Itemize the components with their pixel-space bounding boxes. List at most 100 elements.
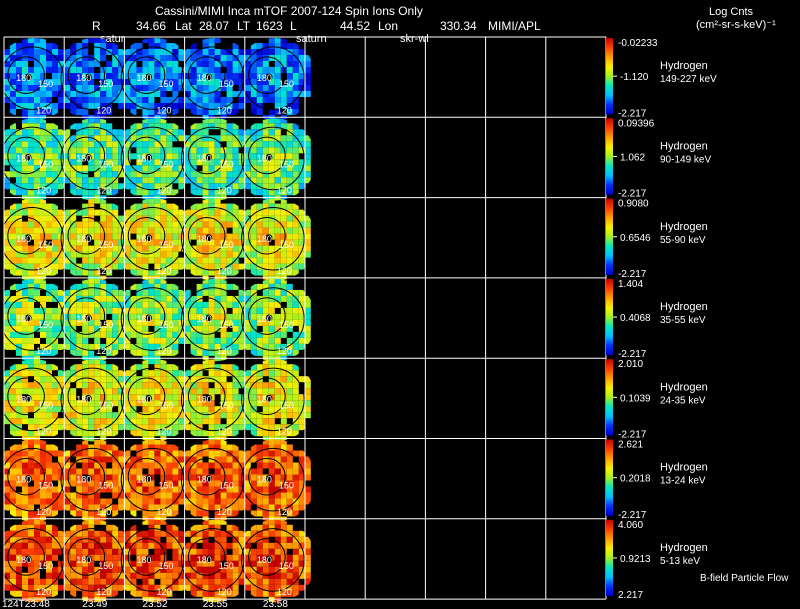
ring-label: 150: [159, 320, 174, 330]
ring-label: 120: [36, 587, 51, 597]
spin-image-panel: 180 150 120: [180, 439, 251, 522]
ring-label: 120: [277, 587, 292, 597]
colorbar-strip: [606, 118, 613, 195]
ring-label: 120: [277, 427, 292, 437]
ring-label: 120: [277, 346, 292, 356]
ring-label: 180: [137, 73, 152, 83]
ring-label: 150: [279, 240, 294, 250]
colorbar-max-label: 0.09396: [618, 118, 655, 129]
colorbar-3: 0.90800.6546-2.217Hydrogen55-90 keV: [606, 198, 708, 280]
ring-label: 120: [96, 427, 111, 437]
ring-label: 150: [279, 320, 294, 330]
lt-value: 1623: [256, 19, 283, 33]
ring-label: 150: [279, 159, 294, 169]
channel-species-label: Hydrogen: [660, 301, 708, 313]
ring-label: 120: [36, 507, 51, 517]
ring-label: 150: [38, 240, 53, 250]
colorbar-4: 1.4040.4068-2.217Hydrogen35-55 keV: [606, 278, 708, 360]
ring-label: 150: [159, 400, 174, 410]
colorbar-mid-label: 0.9213: [620, 554, 651, 565]
ring-label: 120: [157, 346, 172, 356]
ring-label: 180: [197, 234, 212, 244]
ring-label: 120: [277, 507, 292, 517]
ring-label: 180: [76, 394, 91, 404]
colorbar-mid-label: -1.120: [620, 72, 649, 83]
ring-label: 150: [98, 481, 113, 491]
credit-label: MIMI/APL: [488, 19, 541, 33]
ring-label: 150: [38, 400, 53, 410]
ring-label: 180: [197, 153, 212, 163]
ring-label: 150: [279, 481, 294, 491]
time-axis: 124T23:48 23:49 23:52 23:55 23:58: [2, 599, 288, 609]
colorbar-mid-label: 0.2018: [620, 474, 651, 485]
colorbar-group: -0.02233-1.120-2.217Hydrogen149-227 keV0…: [606, 38, 717, 601]
spin-image-panel: 180 150 120: [60, 38, 131, 121]
ring-label: 120: [36, 186, 51, 196]
channel-species-label: Hydrogen: [660, 381, 708, 393]
ring-label: 120: [157, 105, 172, 115]
channel-energy-label: 55-90 keV: [660, 235, 706, 246]
colorbar-max-label: 4.060: [618, 520, 643, 531]
ring-label: 150: [159, 159, 174, 169]
ring-label: 120: [217, 507, 232, 517]
ring-label: 150: [279, 79, 294, 89]
colorbar-strip: [606, 519, 613, 597]
spin-image-panel: 180 150 120: [60, 359, 131, 442]
channel-energy-label: 5-13 keV: [660, 556, 700, 567]
units-line-2: (cm²-sr-s-keV)⁻¹: [696, 19, 776, 31]
colorbar-strip: [606, 439, 613, 516]
ring-label: 150: [159, 561, 174, 571]
colorbar-strip: [606, 278, 613, 356]
ring-label: 150: [219, 400, 234, 410]
channel-energy-label: 35-55 keV: [660, 315, 706, 326]
ring-label: 180: [16, 314, 31, 324]
ring-label: 150: [98, 240, 113, 250]
spin-image-panel: 180 150 120: [0, 278, 70, 362]
ring-label: 180: [16, 153, 31, 163]
l-label: L: [290, 19, 297, 33]
spin-image-panel: 180 150 120: [120, 198, 191, 281]
colorbar-5: 2.0100.1039-2.217Hydrogen24-35 keV: [606, 359, 708, 441]
inca-spin-image-plot: Cassini/MIMI Inca mTOF 2007-124 Spin Ion…: [0, 4, 789, 609]
colorbar-strip: [606, 359, 613, 436]
ring-label: 180: [76, 314, 91, 324]
time-tick-label: 124T23:48: [2, 599, 50, 609]
channel-energy-label: 149-227 keV: [660, 74, 717, 85]
ring-label: 150: [98, 79, 113, 89]
lat-label: Lat: [175, 19, 192, 33]
ring-label: 150: [38, 79, 53, 89]
spin-image-panel: 180 150 120: [180, 198, 251, 281]
channel-energy-label: 90-149 keV: [660, 154, 711, 165]
lat-value: 28.07: [199, 19, 229, 33]
ring-label: 180: [16, 234, 31, 244]
ring-label: 180: [137, 394, 152, 404]
spin-image-panel: 180 150 120: [60, 439, 131, 522]
ring-label: 150: [219, 320, 234, 330]
spin-image-panel: 180 150 120: [120, 118, 191, 201]
colorbar-2: 0.093961.062-2.217Hydrogen90-149 keV: [606, 118, 711, 200]
channel-energy-label: 24-35 keV: [660, 395, 706, 406]
r-value: 34.66: [136, 19, 166, 33]
ring-label: 150: [98, 159, 113, 169]
spin-image-panel: 180 150 120: [0, 359, 70, 442]
spin-image-panel: 180 150 120: [60, 198, 131, 281]
ring-label: 180: [197, 555, 212, 565]
ring-label: 180: [137, 234, 152, 244]
ring-label: 120: [217, 105, 232, 115]
ring-label: 120: [157, 266, 172, 276]
ring-label: 120: [217, 346, 232, 356]
ring-label: 150: [159, 240, 174, 250]
ring-label: 120: [157, 587, 172, 597]
ring-label: 180: [16, 555, 31, 565]
ring-label: 150: [279, 561, 294, 571]
spin-image-panel: 180 150 120: [120, 519, 191, 603]
ring-label: 180: [76, 555, 91, 565]
channel-species-label: Hydrogen: [660, 542, 708, 554]
ring-label: 120: [277, 105, 292, 115]
ring-label: 150: [219, 79, 234, 89]
ring-label: 180: [137, 475, 152, 485]
colorbar-max-label: 2.621: [618, 440, 643, 451]
ring-label: 150: [38, 320, 53, 330]
spin-image-panel: 180 150 120: [180, 38, 251, 121]
lon-value: 44.52: [340, 19, 370, 33]
